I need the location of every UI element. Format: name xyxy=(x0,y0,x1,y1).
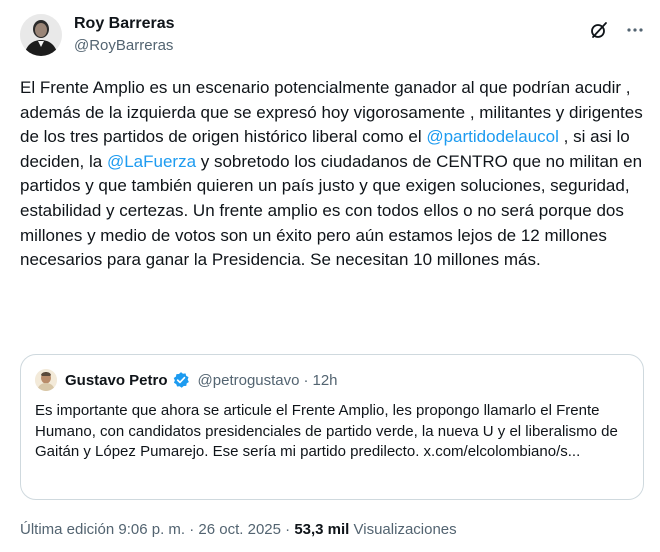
mention-link-partidodelaucol[interactable]: @partidodelaucol xyxy=(426,127,559,146)
quoted-tweet-text: Es importante que ahora se articule el F… xyxy=(35,402,618,460)
tweet-header: Roy Barreras @RoyBarreras xyxy=(20,12,645,60)
mention-link-lafuerza[interactable]: @LaFuerza xyxy=(107,152,196,171)
quoted-author-display-name[interactable]: Gustavo Petro xyxy=(65,372,168,389)
quoted-timestamp[interactable]: 12h xyxy=(312,372,337,389)
views-label: Visualizaciones xyxy=(349,521,457,538)
author-handle[interactable]: @RoyBarreras xyxy=(74,36,175,56)
edited-timestamp[interactable]: Última edición 9:06 p. m. · 26 oct. 2025… xyxy=(20,521,294,538)
tweet-meta: Última edición 9:06 p. m. · 26 oct. 2025… xyxy=(20,520,457,540)
grok-icon[interactable] xyxy=(589,20,609,40)
more-icon[interactable] xyxy=(625,20,645,40)
author-display-name[interactable]: Roy Barreras xyxy=(74,14,175,34)
quoted-author-avatar[interactable] xyxy=(35,369,57,391)
views-count: 53,3 mil xyxy=(294,521,350,538)
author-avatar[interactable] xyxy=(20,14,62,56)
quoted-separator: · xyxy=(303,371,309,389)
tweet-text: El Frente Amplio es un escenario potenci… xyxy=(20,76,645,273)
quoted-tweet-card[interactable]: Gustavo Petro @petrogustavo · 12h Es imp… xyxy=(20,354,644,500)
quoted-author-handle[interactable]: @petrogustavo xyxy=(198,372,300,389)
verified-badge-icon xyxy=(172,371,190,389)
